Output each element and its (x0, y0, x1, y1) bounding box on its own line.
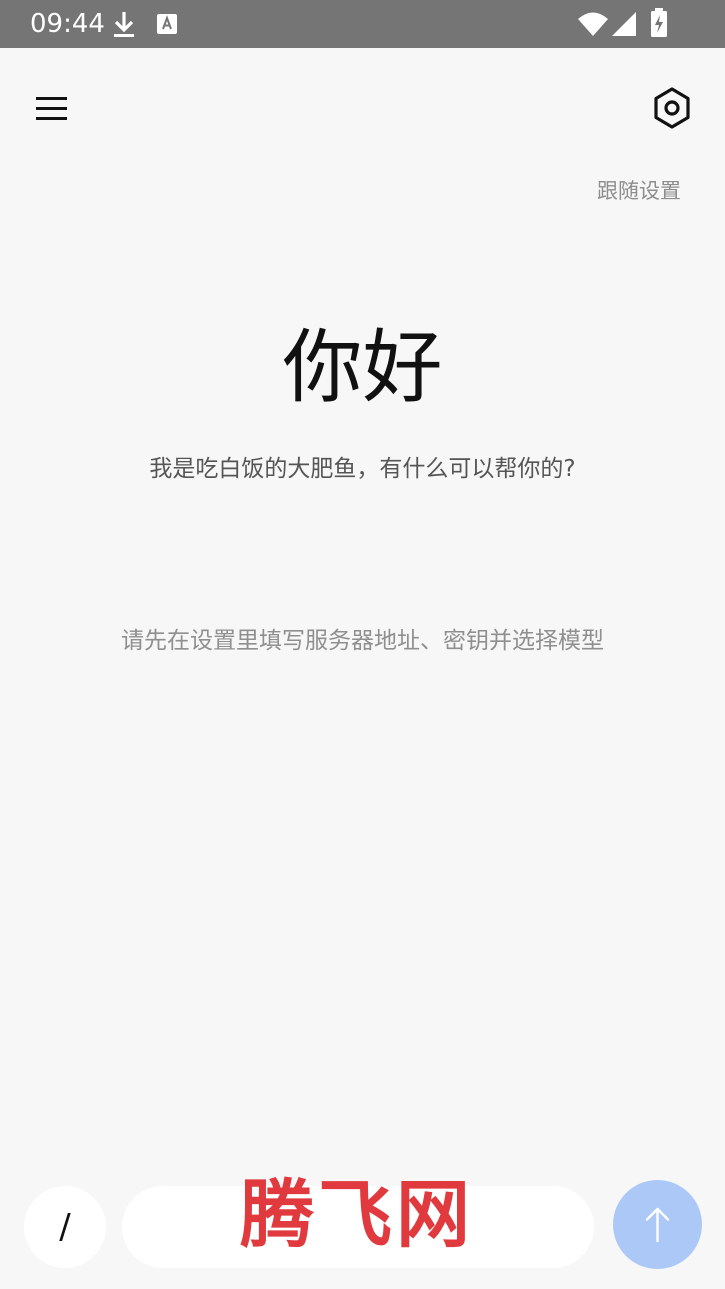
composer-bar: / 腾飞网 (0, 1170, 725, 1289)
status-time: 09:44 (30, 9, 105, 39)
wifi-icon (577, 11, 609, 41)
message-input[interactable] (122, 1186, 594, 1268)
arrow-up-icon (645, 1207, 670, 1243)
theme-follow-system-toggle[interactable]: 跟随设置 (597, 175, 681, 205)
hexagon-settings-icon (654, 87, 690, 129)
greeting-title: 你好 (282, 321, 443, 414)
menu-button[interactable] (28, 86, 76, 130)
battery-charging-icon (650, 8, 668, 42)
slash-command-button[interactable]: / (24, 1186, 106, 1268)
send-button[interactable] (613, 1180, 702, 1269)
signal-icon (611, 11, 637, 41)
hamburger-menu-icon (36, 97, 67, 120)
status-bar: 09:44 (0, 0, 725, 48)
settings-button[interactable] (644, 80, 700, 136)
app-header (0, 48, 725, 168)
keyboard-a-icon (156, 13, 178, 39)
download-icon (112, 10, 136, 44)
greeting-subtitle: 我是吃白饭的大肥鱼，有什么可以帮你的? (149, 456, 576, 482)
setup-hint: 请先在设置里填写服务器地址、密钥并选择模型 (121, 628, 604, 654)
